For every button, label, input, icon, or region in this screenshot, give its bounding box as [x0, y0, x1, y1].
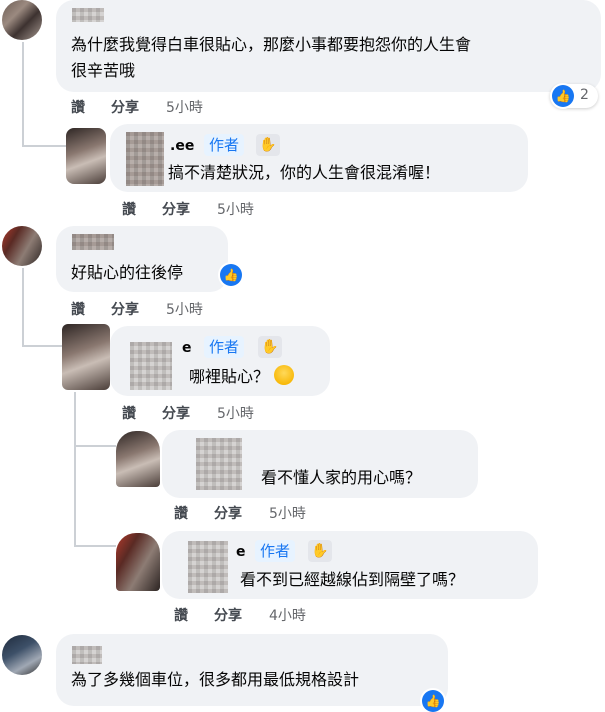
commenter-name-blurred[interactable] — [130, 342, 172, 390]
timestamp[interactable]: 5小時 — [217, 403, 254, 423]
wave-hand-icon: ✋ — [308, 540, 332, 562]
like-thumb-icon[interactable]: 👍 — [422, 690, 444, 712]
avatar[interactable] — [66, 128, 106, 184]
thread-line — [74, 545, 116, 547]
commenter-name-blurred[interactable] — [72, 234, 114, 250]
thread-line — [22, 268, 24, 347]
reaction-summary[interactable]: 👍 2 — [550, 84, 598, 108]
comment-text: 搞不清楚狀況，你的人生會很混淆喔！ — [168, 163, 441, 182]
like-button[interactable]: 讚 — [71, 299, 85, 319]
commenter-name-blurred[interactable] — [188, 541, 228, 593]
share-button[interactable]: 分享 — [214, 503, 242, 523]
author-badge: 作者 — [204, 336, 245, 358]
timestamp[interactable]: 5小時 — [217, 199, 254, 219]
timestamp[interactable]: 4小時 — [269, 605, 306, 625]
reaction-count: 2 — [580, 87, 589, 103]
comment-text: 很辛苦哦 — [71, 61, 136, 80]
avatar[interactable] — [116, 431, 160, 487]
comment-text: 看不懂人家的用心嗎？ — [261, 468, 422, 487]
comment-text: 好貼心的往後停 — [71, 263, 184, 282]
comment-text: 看不到已經越線佔到隔壁了嗎？ — [240, 570, 465, 589]
thread-line — [22, 42, 24, 147]
like-button[interactable]: 讚 — [122, 403, 136, 423]
share-button[interactable]: 分享 — [111, 97, 139, 117]
commenter-name-blurred[interactable] — [126, 132, 164, 186]
share-button[interactable]: 分享 — [162, 199, 190, 219]
commenter-name[interactable]: e — [236, 544, 246, 560]
thread-line — [22, 345, 62, 347]
like-thumb-icon[interactable]: 👍 — [220, 264, 242, 286]
commenter-name-blurred[interactable] — [72, 8, 104, 22]
wave-hand-icon: ✋ — [258, 336, 282, 358]
share-button[interactable]: 分享 — [214, 605, 242, 625]
thread-line — [22, 145, 66, 147]
avatar[interactable] — [116, 533, 160, 591]
commenter-name[interactable]: .ee — [170, 138, 194, 154]
share-button[interactable]: 分享 — [162, 403, 190, 423]
laughing-emoji-icon — [274, 365, 295, 385]
wave-hand-icon: ✋ — [256, 134, 280, 156]
avatar[interactable] — [2, 226, 42, 266]
thread-line — [74, 445, 116, 447]
commenter-name-blurred[interactable] — [72, 646, 102, 664]
like-button[interactable]: 讚 — [122, 199, 136, 219]
avatar[interactable] — [2, 635, 42, 675]
commenter-name[interactable]: e — [182, 340, 192, 356]
timestamp[interactable]: 5小時 — [269, 503, 306, 523]
like-button[interactable]: 讚 — [71, 97, 85, 117]
timestamp[interactable]: 5小時 — [166, 97, 203, 117]
commenter-name-blurred[interactable] — [196, 438, 242, 490]
thread-line — [74, 392, 76, 547]
like-button[interactable]: 讚 — [174, 503, 188, 523]
comment-text: 為了多幾個車位，很多都用最低規格設計 — [71, 670, 360, 689]
comment-text-content: 哪裡貼心？ — [189, 367, 270, 386]
timestamp[interactable]: 5小時 — [166, 299, 203, 319]
comment-text: 哪裡貼心？ — [189, 364, 295, 390]
like-button[interactable]: 讚 — [174, 605, 188, 625]
like-thumb-icon: 👍 — [552, 85, 574, 107]
avatar[interactable] — [2, 0, 42, 40]
author-badge: 作者 — [204, 134, 245, 156]
author-badge: 作者 — [255, 540, 296, 562]
share-button[interactable]: 分享 — [111, 299, 139, 319]
comment-text: 為什麼我覺得白車很貼心，那麼小事都要抱怨你的人生會 — [71, 35, 472, 54]
avatar[interactable] — [62, 324, 110, 390]
